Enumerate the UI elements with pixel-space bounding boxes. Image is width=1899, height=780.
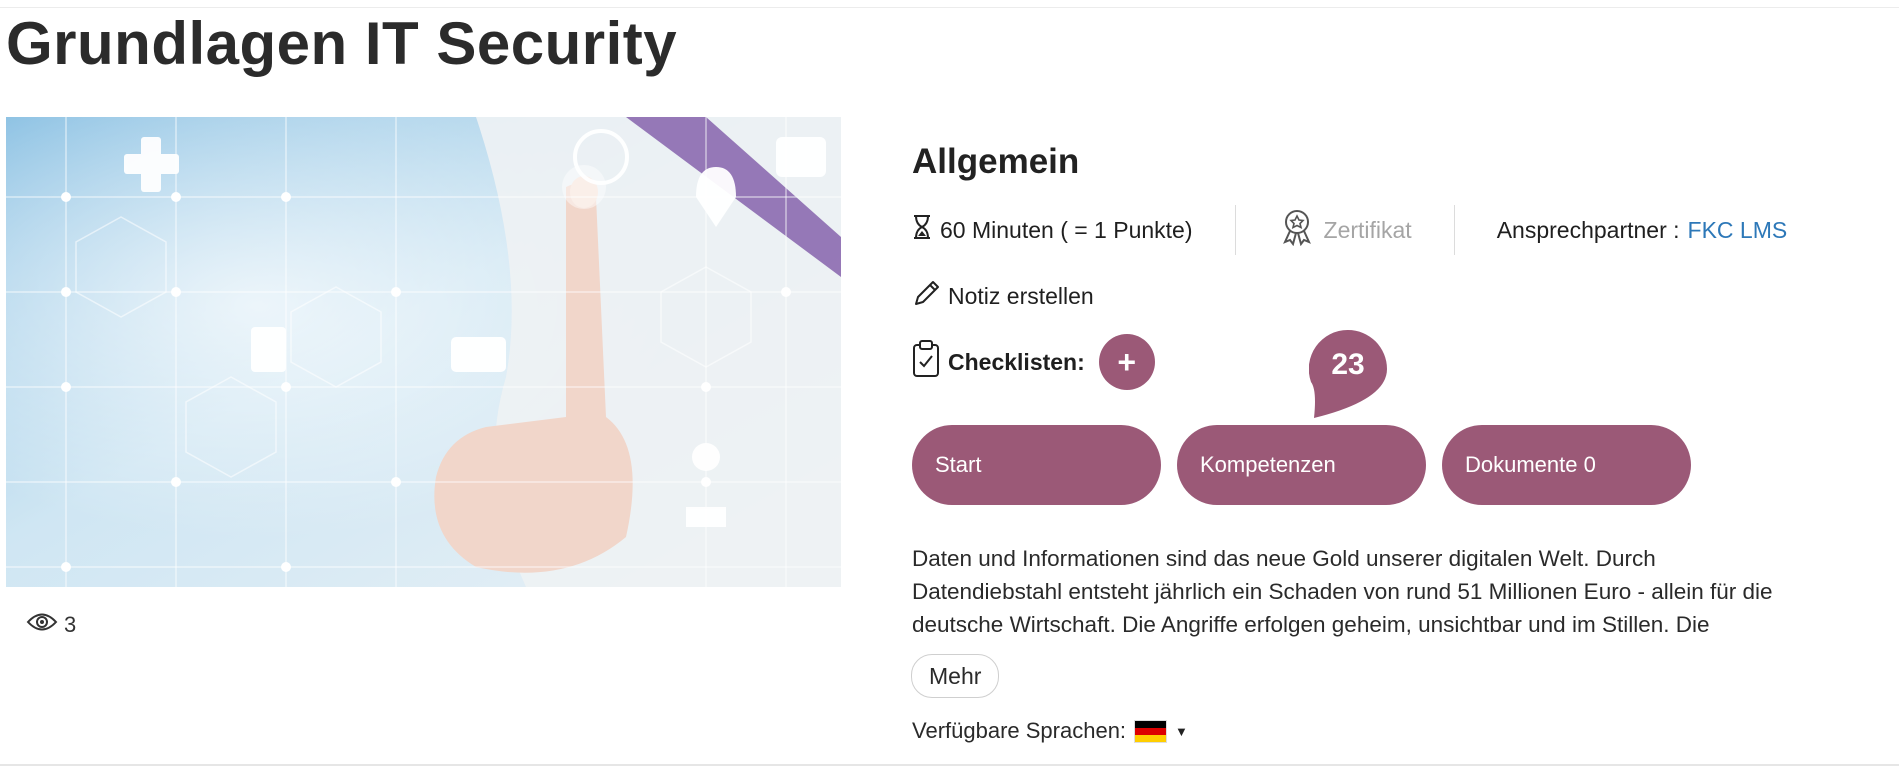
page-title: Grundlagen IT Security: [6, 10, 678, 77]
checklists: Checklisten: +: [912, 334, 1155, 390]
pencil-icon: [912, 278, 942, 314]
create-note-label: Notiz erstellen: [948, 282, 1094, 309]
languages-label: Verfügbare Sprachen:: [912, 718, 1127, 743]
view-count-value: 3: [64, 612, 77, 637]
contact-link[interactable]: FKC LMS: [1688, 217, 1788, 244]
duration-info: 60 Minuten ( = 1 Punkte): [912, 205, 1193, 255]
view-count: 3: [26, 611, 76, 639]
description-line: deutsche Wirtschaft. Die Angriffe erfolg…: [912, 612, 1710, 637]
section-title: Allgemein: [912, 142, 1080, 181]
meta-divider: [1234, 205, 1236, 255]
award-ribbon-icon: [1278, 208, 1316, 252]
available-languages: Verfügbare Sprachen: ▼: [912, 718, 1188, 744]
hourglass-icon: [912, 214, 932, 246]
create-note-button[interactable]: Notiz erstellen: [912, 278, 1094, 314]
certificate-info: Zertifikat: [1278, 205, 1412, 255]
description-line: Datendiebstahl entsteht jährlich ein Sch…: [912, 579, 1773, 604]
description-line: Daten und Informationen sind das neue Go…: [912, 546, 1656, 571]
badge-count: 23: [1331, 348, 1365, 381]
start-button[interactable]: Start: [912, 425, 1161, 505]
meta-divider: [1453, 205, 1455, 255]
course-description: Daten und Informationen sind das neue Go…: [912, 542, 1899, 641]
course-image: [6, 117, 841, 587]
clipboard-check-icon: [912, 340, 940, 384]
eye-icon: [26, 611, 58, 639]
checklists-label: Checklisten:: [948, 348, 1085, 375]
add-checklist-button[interactable]: +: [1098, 334, 1155, 390]
certificate-label: Zertifikat: [1323, 216, 1412, 243]
documents-button[interactable]: Dokumente 0: [1442, 425, 1691, 505]
german-flag-icon[interactable]: [1134, 719, 1168, 743]
more-button[interactable]: Mehr: [911, 654, 1000, 698]
bottom-divider: [0, 764, 1899, 766]
caret-down-icon[interactable]: ▼: [1175, 724, 1188, 739]
competencies-button[interactable]: Kompetenzen: [1177, 425, 1426, 505]
contact-info: Ansprechpartner : FKC LMS: [1497, 205, 1788, 255]
plus-icon: +: [1117, 343, 1137, 380]
competencies-count-badge: 23: [1309, 330, 1387, 418]
course-meta: 60 Minuten ( = 1 Punkte) Zertifikat Ansp…: [912, 205, 1787, 255]
duration-text: 60 Minuten ( = 1 Punkte): [940, 216, 1193, 243]
contact-label: Ansprechpartner :: [1496, 216, 1680, 243]
